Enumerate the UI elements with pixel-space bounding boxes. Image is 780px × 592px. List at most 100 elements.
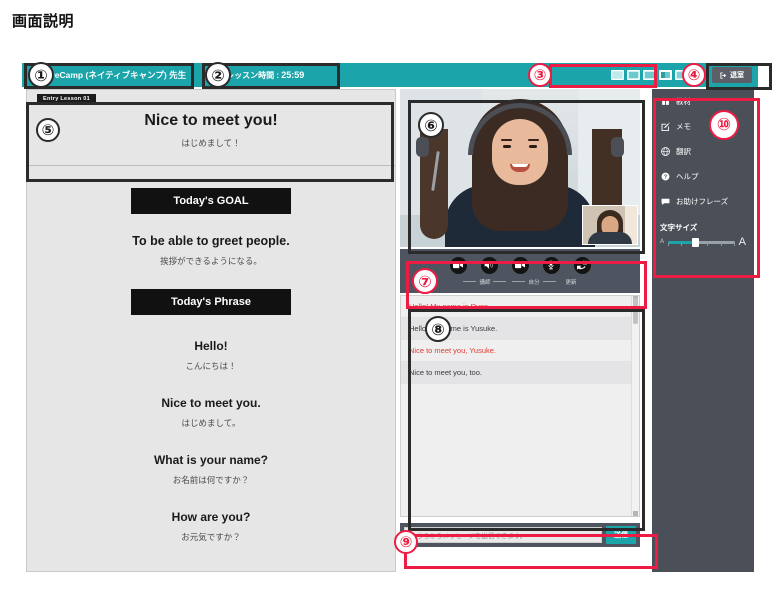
layout-thumbnail-icon[interactable] (675, 70, 688, 80)
teacher-video-button[interactable] (449, 256, 467, 274)
book-icon (660, 97, 670, 107)
svg-text:?: ? (663, 175, 667, 181)
sidebar-item-label: ヘルプ (676, 172, 699, 181)
scroll-down-arrow-icon[interactable] (633, 511, 638, 516)
layout-icons[interactable] (611, 70, 704, 80)
todays-goal-heading: Today's GOAL (131, 188, 291, 214)
label-rule-right (493, 281, 507, 282)
label-text-teacher: 講師 (479, 279, 491, 286)
sidebar-item-memo[interactable]: メモ (652, 114, 754, 139)
header-right: 退室 (611, 63, 758, 87)
sidebar-item-label: 翻訳 (676, 147, 691, 156)
page-title: 画面説明 (12, 13, 75, 30)
material-subtitle: はじめまして！ (181, 138, 241, 148)
teacher-audio-button[interactable] (480, 256, 498, 274)
refresh-button[interactable] (573, 256, 591, 274)
slider-ticks (668, 243, 735, 246)
pencil-square-icon (660, 122, 670, 132)
sidebar-item-helpful-phrases[interactable]: お助けフレーズ (652, 189, 754, 214)
phrase-ja: はじめまして。 (181, 418, 241, 428)
app-body: Entry Lesson 01 Nice to meet you! はじめまして… (22, 87, 758, 578)
label-text-self: 自分 (528, 279, 540, 286)
chat-list[interactable]: Hello! My name is Ryan. Hello! My name i… (400, 295, 640, 517)
pip-body (588, 232, 632, 244)
globe-icon (660, 147, 670, 157)
self-view-thumbnail[interactable] (582, 205, 638, 245)
scrollbar-thumb[interactable] (633, 298, 638, 324)
chat-message: Nice to meet you, Yusuke. (401, 340, 639, 362)
self-video-button[interactable] (511, 256, 529, 274)
sidebar-item-label: お助けフレーズ (676, 197, 729, 206)
chat-message: Hello! My name is Ryan. (401, 296, 639, 318)
chat-message: Hello! My name is Yusuke. (401, 318, 639, 340)
video-area[interactable]: Native Camp (400, 89, 640, 247)
phrase-en: How are you? (171, 510, 251, 524)
right-sidebar: 教材 メモ 翻訳 ? ヘルプ お助けフレーズ 文字サイズ A A (652, 89, 754, 572)
layout-sidebar-left-icon[interactable] (643, 70, 656, 80)
control-label-self: 自分 (512, 278, 556, 286)
label-rule-right (542, 281, 556, 282)
question-circle-icon: ? (660, 172, 670, 182)
lesson-badge: Entry Lesson 01 (37, 94, 96, 104)
font-size-small-label: A (660, 239, 665, 245)
speaker-icon (484, 261, 493, 269)
label-rule-left (463, 281, 477, 282)
font-size-control[interactable]: A A (652, 236, 754, 254)
app-header: NativeCamp (ネイティブキャンプ) 先生 レッスン時間 : 25:59… (22, 63, 758, 87)
sidebar-item-label: 教材 (676, 97, 691, 106)
teacher-name: NativeCamp (ネイティブキャンプ) 先生 (34, 70, 187, 80)
exit-door-icon (720, 71, 727, 79)
control-bar: 講師 自分 更新 (400, 249, 640, 293)
control-group: 講師 自分 更新 (449, 256, 591, 286)
chat-scrollbar[interactable] (631, 296, 639, 516)
video-camera-icon (515, 261, 525, 269)
microphone-icon (548, 260, 554, 270)
chat-message: Nice to meet you, too. (401, 362, 639, 384)
sidebar-item-help[interactable]: ? ヘルプ (652, 164, 754, 189)
goal-text-ja: 挨拶ができるようになる。 (160, 256, 262, 266)
lesson-timer-label: レッスン時間 : (226, 70, 279, 80)
layout-stacked-icon[interactable] (627, 70, 640, 80)
phrase-ja: こんにちは！ (185, 361, 237, 371)
lesson-timer-value: 25:59 (281, 69, 305, 80)
control-label-refresh: 更新 (566, 278, 577, 286)
headset-earcup-right (611, 137, 624, 157)
mouth (510, 164, 530, 172)
label-text-refresh: 更新 (565, 279, 577, 286)
sidebar-item-translate[interactable]: 翻訳 (652, 139, 754, 164)
header-left: NativeCamp (ネイティブキャンプ) 先生 レッスン時間 : 25:59 (22, 63, 304, 87)
layout-two-column-icon[interactable] (691, 70, 704, 80)
layout-single-icon[interactable] (611, 70, 624, 80)
todays-phrase-heading: Today's Phrase (131, 289, 291, 315)
material-divider (27, 165, 395, 166)
lesson-timer: レッスン時間 : 25:59 (226, 70, 304, 81)
headset-earcup-left (416, 137, 429, 157)
center-column: Native Camp (400, 89, 648, 572)
slider-knob[interactable] (691, 237, 699, 247)
material-title: Nice to meet you! (144, 112, 278, 129)
phrase-en: What is your name? (153, 453, 269, 467)
phrase-ja: お元気ですか？ (181, 532, 241, 542)
phrase-en: Nice to meet you. (161, 396, 261, 410)
exit-button-label: 退室 (730, 72, 744, 79)
chat-bubble-icon (660, 197, 670, 207)
control-buttons-row (449, 256, 591, 274)
phrase-en: Hello! (194, 339, 228, 353)
message-input-row: こちらからメッセージを送信できます。 送信 (400, 523, 640, 547)
layout-split-icon[interactable] (659, 70, 672, 80)
exit-button[interactable]: 退室 (712, 67, 752, 83)
lesson-app-window: NativeCamp (ネイティブキャンプ) 先生 レッスン時間 : 25:59… (22, 63, 758, 578)
control-label-teacher: 講師 (463, 278, 507, 286)
message-input[interactable]: こちらからメッセージを送信できます。 (404, 527, 602, 543)
send-button[interactable]: 送信 (606, 526, 636, 544)
self-mic-button[interactable] (542, 256, 560, 274)
control-labels: 講師 自分 更新 (463, 278, 577, 286)
goal-text-en: To be able to greet people. (132, 234, 290, 248)
label-rule-left (512, 281, 526, 282)
sidebar-item-material[interactable]: 教材 (652, 89, 754, 114)
material-panel: Entry Lesson 01 Nice to meet you! はじめまして… (26, 89, 396, 572)
font-size-slider[interactable] (668, 236, 735, 248)
refresh-icon (577, 260, 587, 270)
font-size-label: 文字サイズ (660, 223, 698, 232)
phrase-ja: お名前は何ですか？ (172, 475, 250, 485)
